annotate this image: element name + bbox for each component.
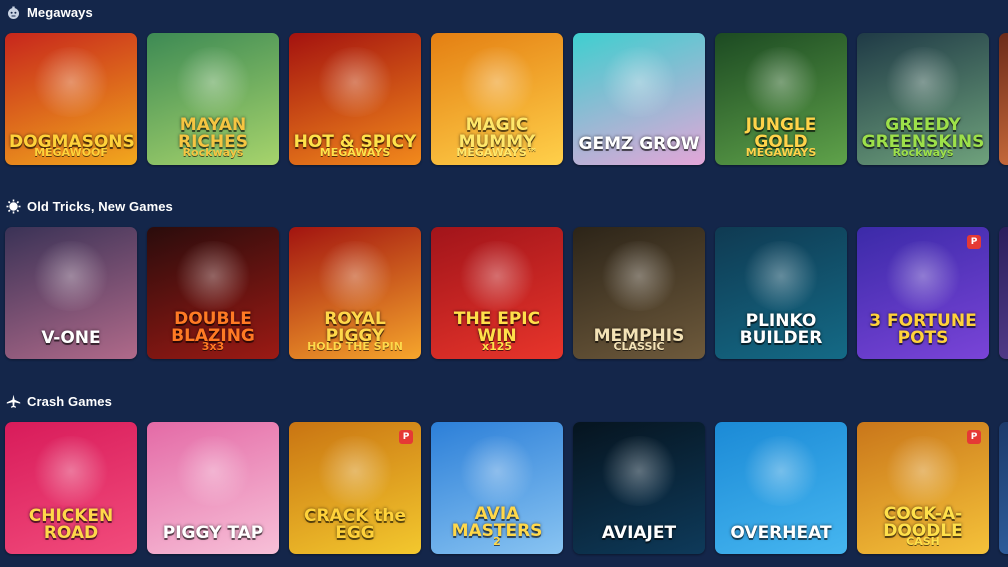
game-title: PLINKO BUILDER	[739, 311, 823, 348]
section-title: Crash Games	[27, 393, 112, 409]
game-tile[interactable]: CRACK the EGG P	[289, 422, 421, 554]
game-art	[599, 241, 679, 311]
game-tile[interactable]: JUNGLE GOLD MEGAWAYS	[715, 33, 847, 165]
game-tile[interactable]: THE EPIC WIN x125	[431, 227, 563, 359]
game-tile[interactable]: MEMPHIS CLASSIC	[573, 227, 705, 359]
game-tile[interactable]: PIGGY TAP	[147, 422, 279, 554]
provider-badge: P	[399, 430, 413, 444]
game-tile[interactable]: PLINKO BUILDER	[715, 227, 847, 359]
provider-badge: P	[967, 430, 981, 444]
game-tile[interactable]	[999, 33, 1008, 165]
game-art	[741, 436, 821, 506]
game-subtitle: MEGAWAYS™	[456, 146, 538, 159]
game-tile[interactable]	[999, 227, 1008, 359]
game-subtitle: 3x3	[201, 340, 225, 353]
game-title: OVERHEAT	[730, 523, 832, 543]
game-tile[interactable]: OVERHEAT	[715, 422, 847, 554]
provider-badge: P	[967, 235, 981, 249]
game-tile[interactable]: AVIA MASTERS 2	[431, 422, 563, 554]
game-subtitle: MEGAWAYS	[745, 146, 817, 159]
section-title: Old Tricks, New Games	[27, 198, 173, 214]
game-tile[interactable]: CHICKEN ROAD	[5, 422, 137, 554]
game-art	[315, 241, 395, 311]
game-subtitle: Rockways	[182, 146, 244, 159]
game-title: CHICKEN ROAD	[28, 506, 114, 543]
game-title: V-ONE	[41, 328, 101, 348]
game-subtitle: HOLD THE SPIN	[307, 340, 403, 353]
game-art	[883, 47, 963, 117]
game-art	[31, 436, 111, 506]
game-title: GEMZ GROW	[578, 134, 700, 154]
game-subtitle: 2	[493, 535, 501, 548]
game-art	[315, 436, 395, 506]
game-tile[interactable]: 3 FORTUNE POTS P	[857, 227, 989, 359]
game-title: 3 FORTUNE POTS	[869, 311, 977, 348]
game-subtitle: CASH	[906, 535, 940, 548]
game-art	[173, 436, 253, 506]
game-art	[315, 47, 395, 117]
game-art	[173, 241, 253, 311]
game-art	[741, 241, 821, 311]
game-art	[173, 47, 253, 117]
game-title: PIGGY TAP	[162, 523, 264, 543]
game-title: AVIAJET	[601, 523, 677, 543]
game-tile[interactable]: MAYAN RICHES Rockways	[147, 33, 279, 165]
game-tile[interactable]	[999, 422, 1008, 554]
game-art	[883, 241, 963, 311]
sun-icon	[6, 199, 21, 214]
game-art	[31, 47, 111, 117]
game-row: DOGMASONS MEGAWOOF MAYAN RICHES Rockways HOT…	[5, 33, 1008, 165]
section-header[interactable]: Old Tricks, New Games	[6, 196, 173, 216]
game-art	[599, 436, 679, 506]
game-tile[interactable]: AVIAJET	[573, 422, 705, 554]
game-art	[31, 241, 111, 311]
game-tile[interactable]: DOGMASONS MEGAWOOF	[5, 33, 137, 165]
game-row: V-ONE DOUBLE BLAZING 3x3 ROYAL PIGGY HOLD TH…	[5, 227, 1008, 359]
game-art	[599, 47, 679, 117]
game-art	[883, 436, 963, 506]
game-art	[457, 47, 537, 117]
game-row: CHICKEN ROAD PIGGY TAP CRACK the EGG P AVIA …	[5, 422, 1008, 554]
game-art	[457, 241, 537, 311]
game-tile[interactable]: DOUBLE BLAZING 3x3	[147, 227, 279, 359]
section-header[interactable]: Megaways	[6, 2, 93, 22]
game-subtitle: CLASSIC	[613, 340, 665, 353]
game-subtitle: Rockways	[892, 146, 954, 159]
game-title: CRACK the EGG	[303, 506, 407, 543]
plane-icon	[6, 394, 21, 409]
game-art	[457, 436, 537, 506]
game-subtitle: MEGAWAYS	[319, 146, 391, 159]
game-tile[interactable]: HOT & SPICY MEGAWAYS	[289, 33, 421, 165]
game-subtitle: x125	[481, 340, 513, 353]
section-header[interactable]: Crash Games	[6, 391, 112, 411]
bomb-icon	[6, 5, 21, 20]
game-tile[interactable]: GREEDY GREENSKINS Rockways	[857, 33, 989, 165]
section-title: Megaways	[27, 4, 93, 20]
game-tile[interactable]: V-ONE	[5, 227, 137, 359]
game-art	[741, 47, 821, 117]
game-tile[interactable]: MAGIC MUMMY MEGAWAYS™	[431, 33, 563, 165]
game-tile[interactable]: GEMZ GROW	[573, 33, 705, 165]
game-tile[interactable]: ROYAL PIGGY HOLD THE SPIN	[289, 227, 421, 359]
game-subtitle: MEGAWOOF	[34, 146, 108, 159]
game-tile[interactable]: COCK-A-DOODLE CASH P	[857, 422, 989, 554]
